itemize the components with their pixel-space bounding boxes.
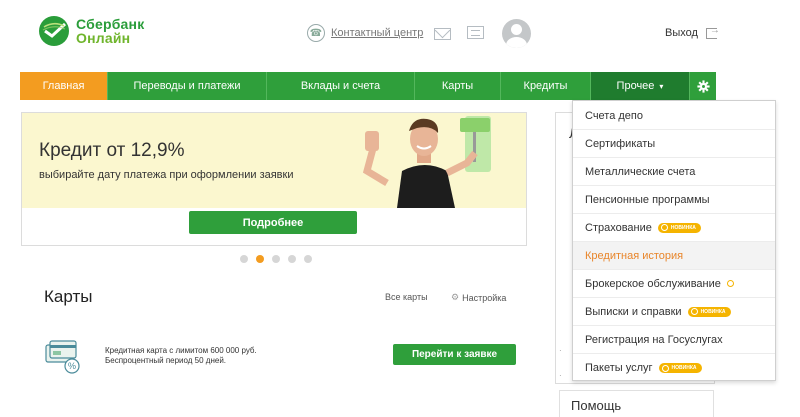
promo-banner[interactable]: Кредит от 12,9% выбирайте дату платежа п… <box>21 112 527 246</box>
svg-text:%: % <box>68 361 76 371</box>
carousel-dot[interactable] <box>288 255 296 263</box>
menu-item-statements[interactable]: Выписки и справки НОВИНКА <box>573 298 775 326</box>
avatar[interactable] <box>502 19 531 48</box>
gear-icon <box>696 79 710 93</box>
contact-center[interactable]: ☎ Контактный центр <box>307 24 423 42</box>
logo-line2: Онлайн <box>76 30 131 46</box>
menu-item-label: Регистрация на Госуслугах <box>585 333 723 346</box>
nav-credits[interactable]: Кредиты <box>501 72 591 100</box>
menu-item-metal-accounts[interactable]: Металлические счета <box>573 158 775 186</box>
menu-item-label: Пакеты услуг <box>585 362 653 374</box>
carousel-dot-active[interactable] <box>256 255 264 263</box>
carousel-dots <box>240 255 320 263</box>
side-marker: · <box>559 371 562 380</box>
new-badge: НОВИНКА <box>658 363 702 373</box>
help-title: Помощь <box>571 398 622 413</box>
phone-icon: ☎ <box>307 24 325 42</box>
new-badge: НОВИНКА <box>657 222 701 233</box>
new-badge: НОВИНКА <box>687 306 731 317</box>
man-with-paint-roller-image <box>362 116 491 208</box>
main-nav: Главная Переводы и платежи Вклады и счет… <box>20 72 716 100</box>
logout-label: Выход <box>665 27 698 39</box>
chevron-down-icon: ▾ <box>659 81 664 91</box>
mail-icon[interactable] <box>434 28 451 40</box>
logo-line1: Сбербанк <box>76 16 145 32</box>
nav-transfers[interactable]: Переводы и платежи <box>108 72 267 100</box>
carousel-dot[interactable] <box>240 255 248 263</box>
exit-icon <box>705 25 720 39</box>
menu-item-service-packages[interactable]: Пакеты услуг НОВИНКА <box>573 354 775 382</box>
sberbank-logo[interactable]: Сбербанк Онлайн <box>38 15 144 47</box>
offer-line1: Кредитная карта с лимитом 600 000 руб. <box>105 346 257 355</box>
new-indicator-icon <box>726 280 734 287</box>
nav-settings[interactable] <box>690 72 716 100</box>
menu-item-label: Счета депо <box>585 109 644 122</box>
credit-card-offer: Кредитная карта с лимитом 600 000 руб. Б… <box>105 346 257 366</box>
menu-item-pension[interactable]: Пенсионные программы <box>573 186 775 214</box>
menu-item-label: Кредитная история <box>585 249 684 262</box>
carousel-dot[interactable] <box>304 255 312 263</box>
menu-item-insurance[interactable]: Страхование НОВИНКА <box>573 214 775 242</box>
nav-deposits[interactable]: Вклады и счета <box>267 72 415 100</box>
nav-home[interactable]: Главная <box>20 72 108 100</box>
menu-item-credit-history[interactable]: Кредитная история <box>573 242 775 270</box>
menu-item-label: Брокерское обслуживание <box>585 277 721 290</box>
credit-card-icon: % <box>45 340 80 374</box>
menu-item-brokerage[interactable]: Брокерское обслуживание <box>573 270 775 298</box>
other-dropdown-menu: Счета депо Сертификаты Металлические сче… <box>572 100 776 381</box>
menu-item-gosuslugi[interactable]: Регистрация на Госуслугах <box>573 326 775 354</box>
banner-subtitle: выбирайте дату платежа при оформлении за… <box>39 169 294 181</box>
nav-cards[interactable]: Карты <box>415 72 501 100</box>
banner-image-area: Кредит от 12,9% выбирайте дату платежа п… <box>22 113 526 208</box>
menu-item-label: Металлические счета <box>585 165 696 178</box>
banner-title: Кредит от 12,9% <box>39 140 185 161</box>
menu-item-label: Выписки и справки <box>585 305 682 318</box>
menu-item-label: Сертификаты <box>585 137 656 150</box>
menu-item-certificates[interactable]: Сертификаты <box>573 130 775 158</box>
menu-item-label: Пенсионные программы <box>585 193 710 206</box>
side-marker: · <box>559 346 562 355</box>
nav-other-label: Прочее <box>616 80 655 92</box>
offer-line2: Беспроцентный период 50 дней. <box>105 356 227 365</box>
gear-icon: ⚙ <box>451 292 460 302</box>
logout-button[interactable]: Выход <box>665 25 720 40</box>
nav-other[interactable]: Прочее ▾ <box>591 72 690 100</box>
cards-section-title: Карты <box>44 287 93 306</box>
menu-item-depo-accounts[interactable]: Счета депо <box>573 102 775 130</box>
apply-button[interactable]: Перейти к заявке <box>393 344 516 365</box>
banner-more-button[interactable]: Подробнее <box>189 211 357 234</box>
all-cards-link[interactable]: Все карты <box>385 292 428 302</box>
menu-item-label: Страхование <box>585 221 652 234</box>
help-section[interactable]: Помощь <box>559 390 714 417</box>
carousel-dot[interactable] <box>272 255 280 263</box>
sberbank-logo-icon <box>39 16 69 46</box>
chat-icon[interactable] <box>467 26 484 39</box>
cards-settings-label: Настройка <box>462 292 507 303</box>
contact-center-link[interactable]: Контактный центр <box>331 27 423 39</box>
cards-settings-link[interactable]: ⚙ Настройка <box>451 292 506 303</box>
